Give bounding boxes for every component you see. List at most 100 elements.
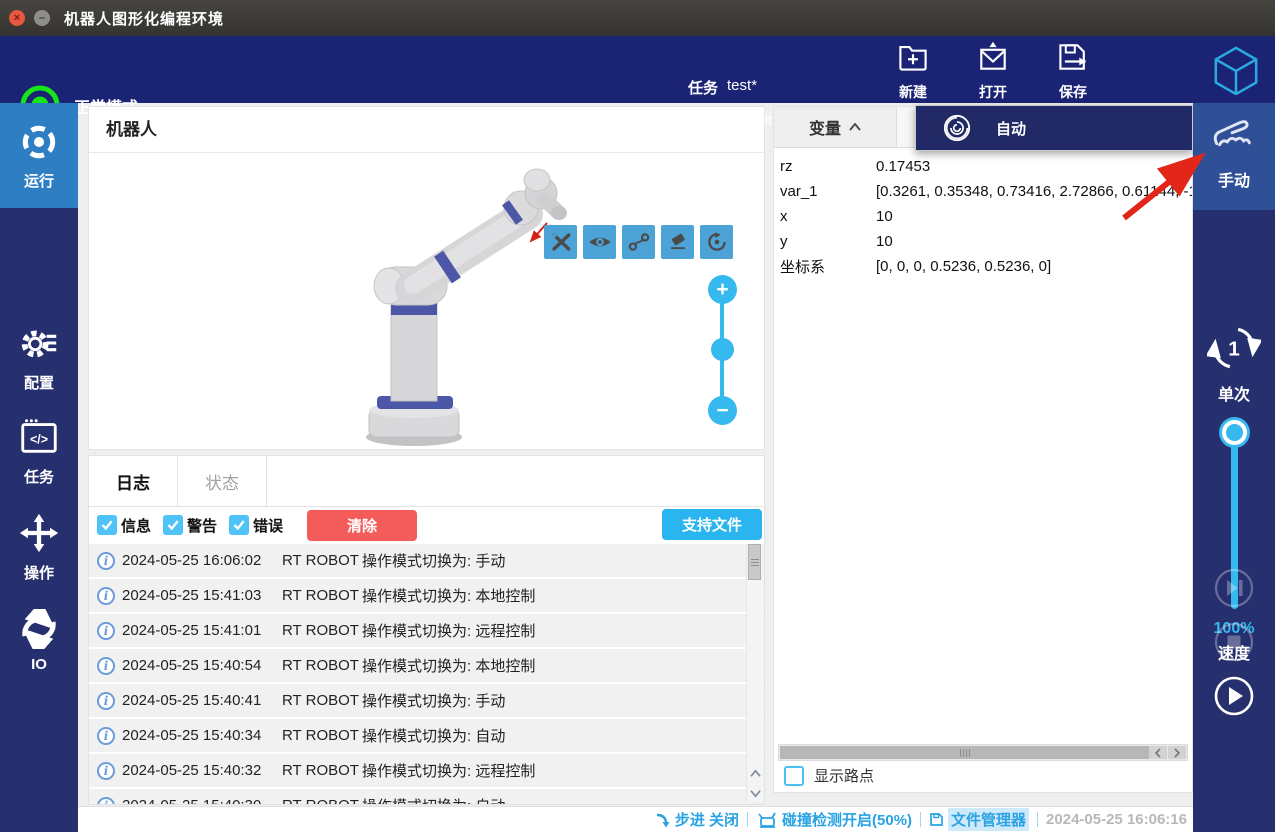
task-label: 任务 <box>688 77 718 98</box>
status-timestamp: 2024-05-25 16:06:16 <box>1046 811 1187 828</box>
move-arrows-icon <box>17 511 61 555</box>
window-title: 机器人图形化编程环境 <box>64 8 224 29</box>
log-row: i2024-05-25 15:41:01RT ROBOT操作模式切换为: 远程控… <box>89 614 764 647</box>
log-scrollbar-thumb[interactable] <box>748 544 761 580</box>
log-row: i2024-05-25 15:40:32RT ROBOT操作模式切换为: 远程控… <box>89 754 764 787</box>
single-run-button[interactable]: 1 单次 <box>1193 321 1275 405</box>
floppy-icon <box>929 812 944 827</box>
stop-icon <box>1214 622 1254 662</box>
clear-log-button[interactable]: 清除 <box>307 510 417 541</box>
log-row: i2024-05-25 16:06:02RT ROBOT操作模式切换为: 手动 <box>89 544 764 577</box>
header: 正常模式 任务 test* 配置 default 新建 打开 <box>0 36 1275 103</box>
step-mode-toggle[interactable]: 步进 关闭 <box>654 809 739 830</box>
brand-logo-icon <box>1212 45 1260 95</box>
auto-mode-swirl-icon <box>942 113 972 143</box>
scroll-down-icon[interactable] <box>747 784 763 802</box>
mode-option-auto[interactable]: 自动 <box>915 105 1193 151</box>
minimize-icon[interactable]: – <box>34 10 50 26</box>
sidebar-item-task[interactable]: </> 任务 <box>0 405 78 497</box>
robot-3d-viewport[interactable]: + − <box>89 153 764 449</box>
info-icon: i <box>97 622 115 640</box>
variables-hscrollbar[interactable] <box>778 744 1188 761</box>
tab-log[interactable]: 日志 <box>89 456 178 506</box>
path-nodes-icon <box>626 230 652 254</box>
single-cycle-icon: 1 <box>1207 321 1261 375</box>
save-icon <box>1055 39 1091 75</box>
filter-error-checkbox[interactable]: 错误 <box>229 515 283 536</box>
code-window-icon: </> <box>17 415 61 459</box>
log-filter-row: 信息 警告 错误 清除 支持文件 <box>89 506 764 544</box>
log-panel: 日志 状态 信息 警告 错误 清除 支持文件 i2024-05-25 16:06… <box>88 455 765 805</box>
erase-button[interactable] <box>661 225 694 259</box>
viewport-toolbar <box>544 225 733 259</box>
rotate-view-button[interactable] <box>700 225 733 259</box>
open-icon <box>975 39 1011 75</box>
scroll-right-icon[interactable] <box>1168 746 1186 759</box>
titlebar: × – 机器人图形化编程环境 <box>0 0 1275 36</box>
zoom-out-button[interactable]: − <box>708 396 737 425</box>
log-row: i2024-05-25 15:40:34RT ROBOT操作模式切换为: 自动 <box>89 719 764 752</box>
log-row: i2024-05-25 15:41:03RT ROBOT操作模式切换为: 本地控… <box>89 579 764 612</box>
filter-info-checkbox[interactable]: 信息 <box>97 515 151 536</box>
info-icon: i <box>97 587 115 605</box>
scroll-up-icon[interactable] <box>747 764 763 782</box>
tab-status[interactable]: 状态 <box>178 456 267 506</box>
path-button[interactable] <box>622 225 655 259</box>
divider <box>1037 812 1038 827</box>
divider <box>920 812 921 827</box>
info-icon: i <box>97 727 115 745</box>
task-row: 任务 test* <box>688 77 757 98</box>
eraser-icon <box>665 230 691 254</box>
scroll-left-icon[interactable] <box>1149 746 1167 759</box>
sidebar-item-config[interactable]: 配置 <box>0 311 78 403</box>
play-icon <box>1214 676 1254 716</box>
zoom-in-button[interactable]: + <box>708 275 737 304</box>
sidebar-item-run[interactable]: 运行 <box>0 103 78 208</box>
rotate-icon <box>704 230 730 254</box>
collision-detect-toggle[interactable]: 碰撞检测开启(50%) <box>756 809 912 830</box>
info-icon: i <box>97 692 115 710</box>
save-button[interactable]: 保存 <box>1041 39 1105 102</box>
tools-button[interactable] <box>544 225 577 259</box>
sidebar-item-operate[interactable]: 操作 <box>0 501 78 593</box>
open-button[interactable]: 打开 <box>961 39 1025 102</box>
collision-icon <box>756 812 778 828</box>
robot-arm-render <box>89 153 764 449</box>
sidebar-item-io[interactable]: IO <box>0 595 78 687</box>
hand-icon <box>1206 115 1262 161</box>
checkbox-checked-icon <box>229 515 249 535</box>
chevron-up-icon <box>849 123 861 131</box>
tab-variables[interactable]: 变量 <box>774 107 897 147</box>
robot-panel: 机器人 <box>88 106 765 450</box>
visibility-button[interactable] <box>583 225 616 259</box>
svg-text:</>: </> <box>30 433 48 447</box>
zoom-slider-knob[interactable] <box>711 338 734 361</box>
support-files-button[interactable]: 支持文件 <box>662 509 762 540</box>
play-button[interactable] <box>1214 676 1254 716</box>
file-manager-button[interactable]: 文件管理器 <box>929 808 1029 831</box>
status-bar: 步进 关闭 碰撞检测开启(50%) 文件管理器 2024-05-25 16:06… <box>78 806 1193 832</box>
step-next-button[interactable] <box>1214 568 1254 608</box>
checkbox-checked-icon <box>97 515 117 535</box>
hscrollbar-thumb[interactable] <box>780 746 1150 759</box>
log-row: i2024-05-25 15:40:41RT ROBOT操作模式切换为: 手动 <box>89 684 764 717</box>
skip-next-icon <box>1214 568 1254 608</box>
log-row: i2024-05-25 15:40:54RT ROBOT操作模式切换为: 本地控… <box>89 649 764 682</box>
run-icon <box>18 121 60 163</box>
close-icon[interactable]: × <box>9 10 25 26</box>
log-scrollbar[interactable] <box>746 544 763 802</box>
task-value: test* <box>727 77 757 98</box>
show-waypoints-checkbox[interactable]: 显示路点 <box>784 765 874 786</box>
gear-icon <box>17 321 61 365</box>
log-list: i2024-05-25 16:06:02RT ROBOT操作模式切换为: 手动 … <box>89 544 764 804</box>
stop-button[interactable] <box>1214 622 1254 662</box>
filter-warning-checkbox[interactable]: 警告 <box>163 515 217 536</box>
info-icon: i <box>97 552 115 570</box>
checkbox-unchecked-icon <box>784 766 804 786</box>
speed-slider-knob[interactable] <box>1222 420 1247 445</box>
tools-icon <box>548 230 574 254</box>
new-folder-icon <box>895 39 931 75</box>
variable-row: 坐标系[0, 0, 0, 0.5236, 0.5236, 0] <box>774 254 1192 279</box>
info-icon: i <box>97 797 115 805</box>
new-button[interactable]: 新建 <box>881 39 945 102</box>
